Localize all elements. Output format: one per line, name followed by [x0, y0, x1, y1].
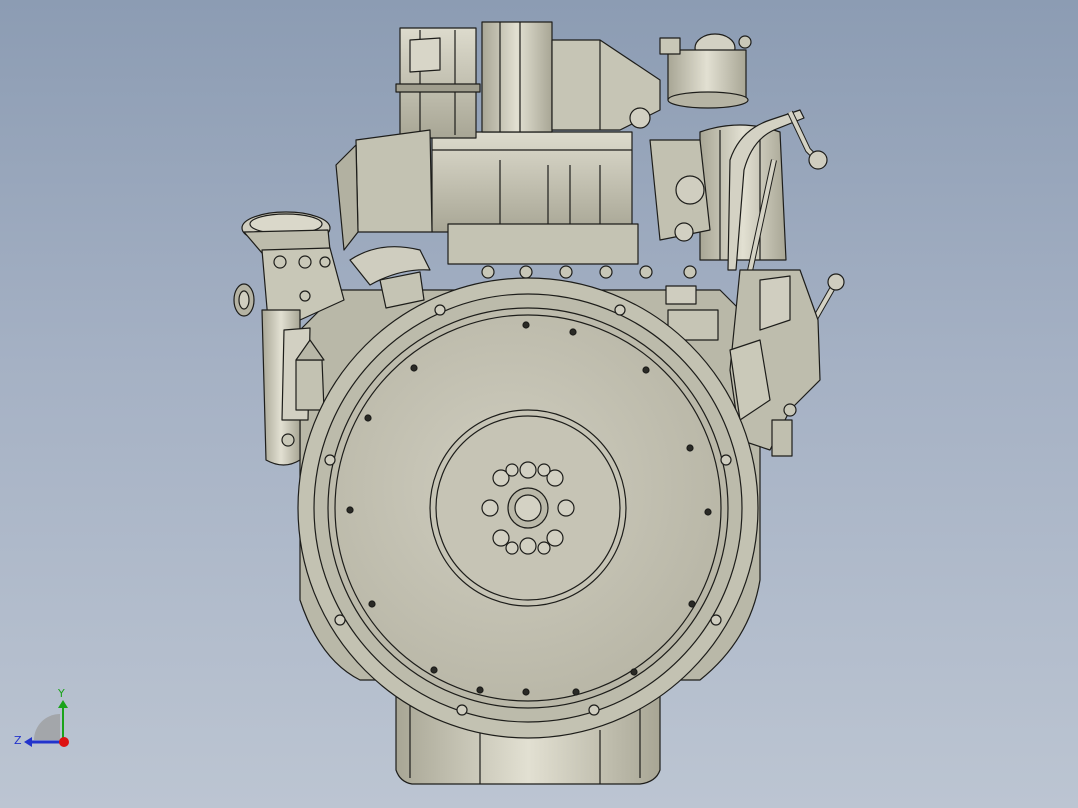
cylinder-head [431, 131, 633, 233]
z-axis-label: Z [14, 734, 22, 747]
y-axis-arrow-icon [58, 700, 68, 708]
intake-tower [481, 21, 553, 133]
triad-arc [34, 714, 60, 740]
coordinate-triad: Y Z [14, 687, 69, 747]
engine-model[interactable] [0, 0, 1078, 808]
y-axis-label: Y [57, 687, 65, 700]
graphics-viewport[interactable]: Y Z [0, 0, 1078, 808]
x-axis-dot-icon [59, 737, 69, 747]
z-axis-arrow-icon [24, 737, 32, 747]
